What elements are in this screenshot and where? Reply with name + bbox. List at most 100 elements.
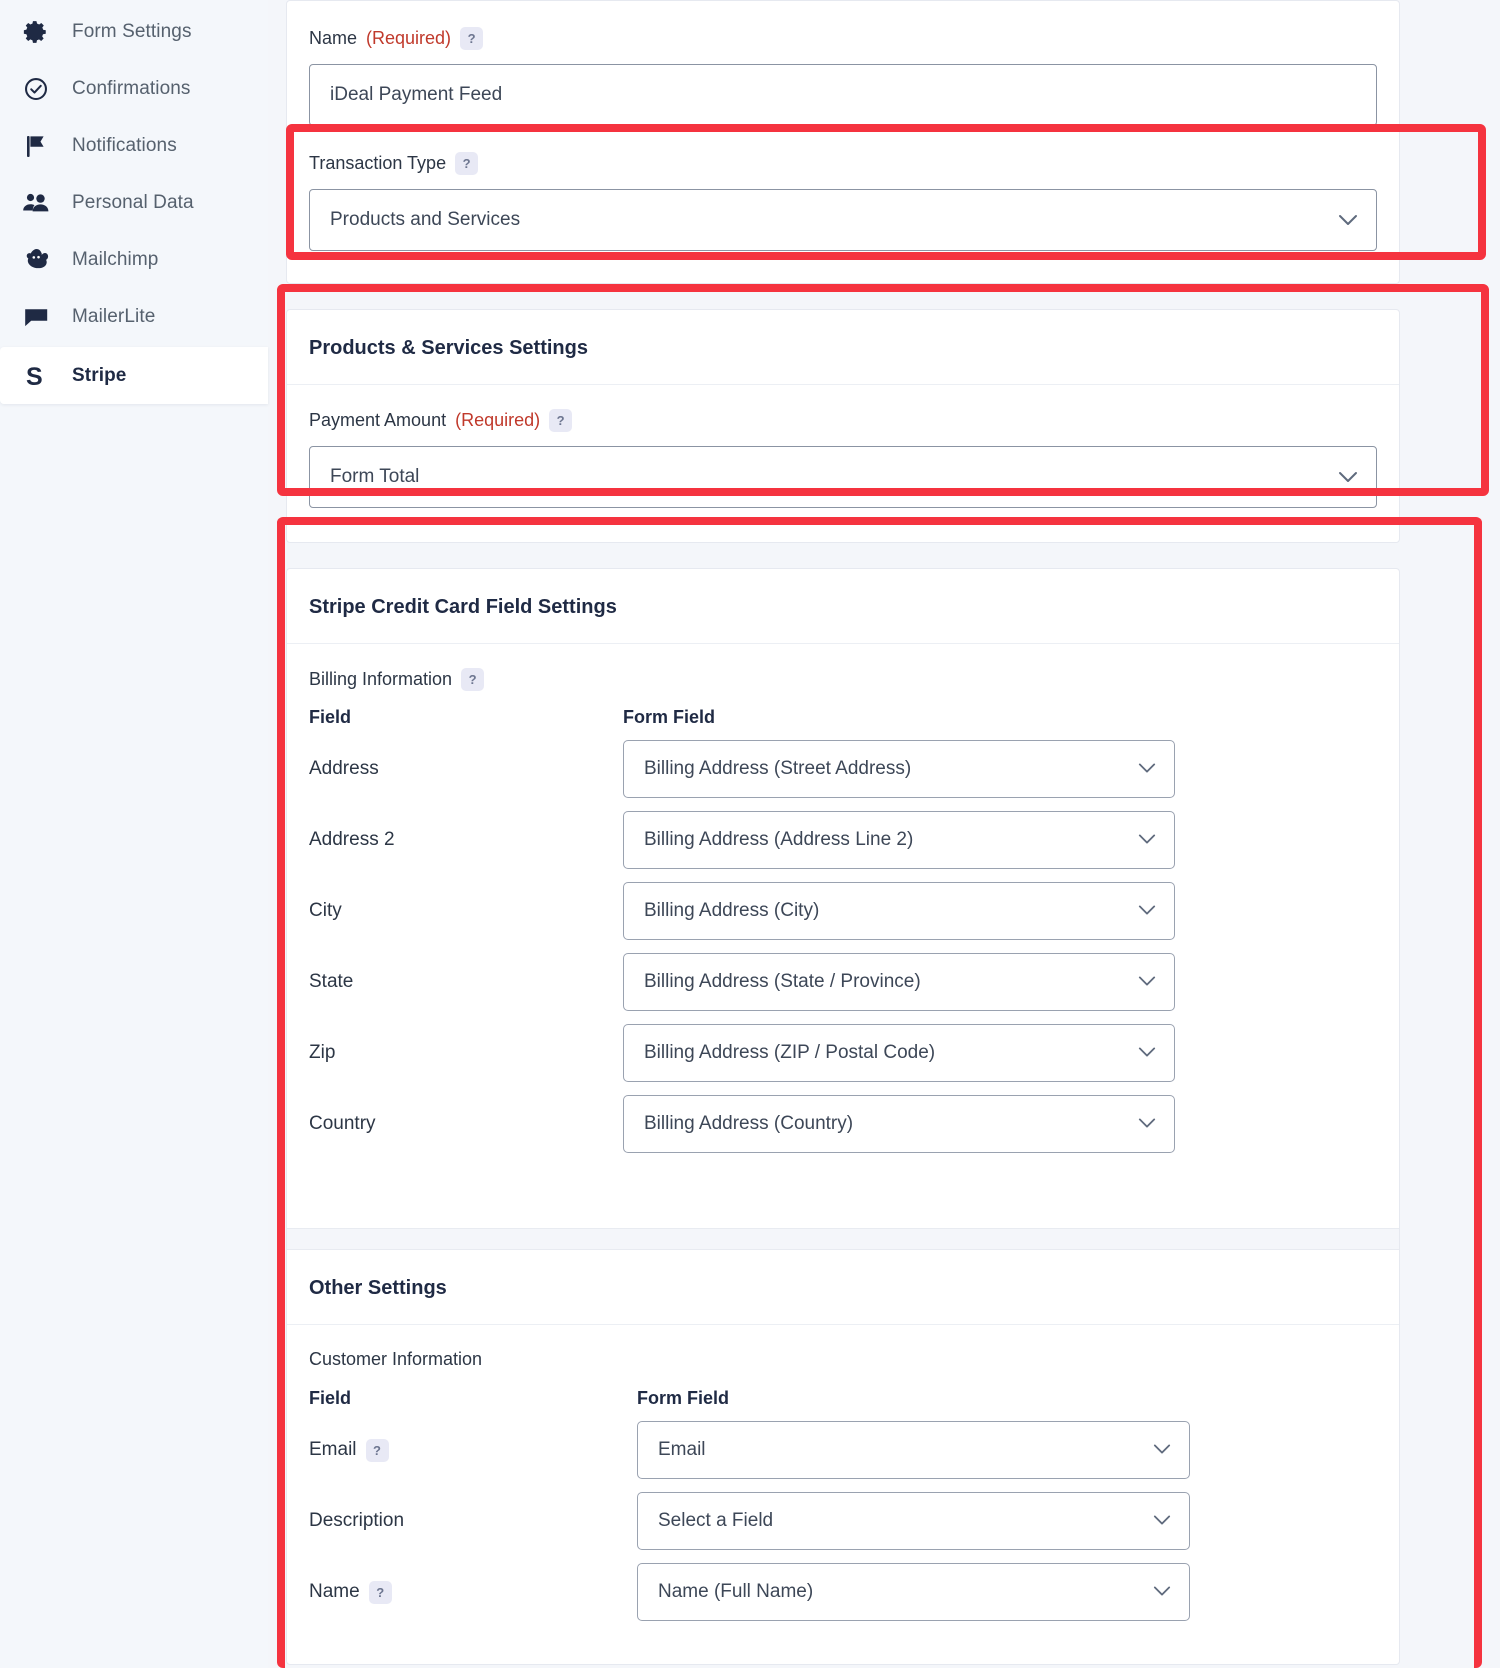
customer-information-body: Customer Information Field Form Field Em… xyxy=(287,1325,1399,1664)
help-icon[interactable]: ? xyxy=(455,152,479,175)
table-row: Zip Billing Address (ZIP / Postal Code) xyxy=(309,1024,1377,1082)
products-services-body: Payment Amount (Required) ? Form Total xyxy=(287,385,1399,542)
table-row: Address 2 Billing Address (Address Line … xyxy=(309,811,1377,869)
sidebar-item-label: MailerLite xyxy=(72,305,156,327)
transaction-type-value: Products and Services xyxy=(330,209,521,230)
other-settings-title: Other Settings xyxy=(287,1250,1399,1325)
billing-row-label: Zip xyxy=(309,1042,336,1063)
customer-row-label: Description xyxy=(309,1510,405,1531)
table-row: Address Billing Address (Street Address) xyxy=(309,740,1377,798)
payment-amount-label: Payment Amount (Required) ? xyxy=(309,409,1377,432)
customer-col-field-header: Field xyxy=(309,1388,352,1408)
stripe-card-settings-card: Stripe Credit Card Field Settings Billin… xyxy=(286,568,1400,1665)
products-services-card: Products & Services Settings Payment Amo… xyxy=(286,309,1400,543)
sidebar-item-label: Confirmations xyxy=(72,77,191,99)
billing-address-value: Billing Address (Street Address) xyxy=(644,758,912,779)
feed-name-label-text: Name xyxy=(309,28,358,48)
sidebar-item-form-settings[interactable]: Form Settings xyxy=(0,3,268,60)
transaction-type-label-text: Transaction Type xyxy=(309,153,447,173)
sidebar-item-label: Form Settings xyxy=(72,20,192,42)
customer-description-value: Select a Field xyxy=(658,1510,774,1531)
customer-row-label-text: Email xyxy=(309,1439,357,1460)
table-row: Country Billing Address (Country) xyxy=(309,1095,1377,1153)
feed-name-input[interactable]: iDeal Payment Feed xyxy=(309,64,1377,126)
help-icon[interactable]: ? xyxy=(461,668,485,691)
customer-row-label-text: Name xyxy=(309,1581,360,1602)
chevron-down-icon xyxy=(1138,1042,1156,1064)
sidebar-item-label: Mailchimp xyxy=(72,248,159,270)
check-circle-icon xyxy=(22,75,50,103)
table-row: State Billing Address (State / Province) xyxy=(309,953,1377,1011)
stripe-s-icon: S xyxy=(22,362,50,390)
customer-name-select[interactable]: Name (Full Name) xyxy=(637,1563,1190,1621)
billing-information-body: Billing Information ? Field Form Field A… xyxy=(287,644,1399,1228)
sidebar-item-confirmations[interactable]: Confirmations xyxy=(0,60,268,117)
products-services-title: Products & Services Settings xyxy=(287,310,1399,385)
help-icon[interactable]: ? xyxy=(368,1580,392,1604)
settings-screen: Form Settings Confirmations Notification… xyxy=(0,0,1500,1668)
help-icon[interactable]: ? xyxy=(549,409,573,432)
flag-icon xyxy=(22,132,50,160)
table-row: Name ? Name (Full Name) xyxy=(309,1563,1377,1621)
help-icon[interactable]: ? xyxy=(365,1438,389,1462)
payment-amount-required-marker: (Required) xyxy=(455,410,541,430)
section-divider xyxy=(287,1228,1399,1250)
customer-information-label: Customer Information xyxy=(309,1349,483,1369)
gear-icon xyxy=(22,18,50,46)
table-row: City Billing Address (City) xyxy=(309,882,1377,940)
svg-text:S: S xyxy=(26,363,43,390)
chevron-down-icon xyxy=(1138,758,1156,780)
customer-row-label: Email ? xyxy=(309,1438,637,1462)
billing-information-label: Billing Information ? xyxy=(309,668,1377,691)
feed-settings-panel: Name (Required) ? iDeal Payment Feed Tra… xyxy=(286,0,1400,1665)
chevron-down-icon xyxy=(1138,829,1156,851)
billing-address-select[interactable]: Billing Address (Street Address) xyxy=(623,740,1175,798)
billing-row-label: Address 2 xyxy=(309,829,395,850)
payment-amount-label-text: Payment Amount xyxy=(309,410,447,430)
chevron-down-icon xyxy=(1153,1439,1171,1461)
help-icon[interactable]: ? xyxy=(460,27,484,50)
billing-zip-select[interactable]: Billing Address (ZIP / Postal Code) xyxy=(623,1024,1175,1082)
billing-col-field-header: Field xyxy=(309,707,352,727)
transaction-type-field-group: Transaction Type ? Products and Services xyxy=(309,152,1377,251)
table-row: Email ? Email xyxy=(309,1421,1377,1479)
billing-information-label-text: Billing Information xyxy=(309,669,453,689)
sidebar-item-mailchimp[interactable]: Mailchimp xyxy=(0,231,268,288)
customer-email-select[interactable]: Email xyxy=(637,1421,1190,1479)
payment-amount-value: Form Total xyxy=(330,466,420,487)
billing-address2-value: Billing Address (Address Line 2) xyxy=(644,829,914,850)
mailchimp-icon xyxy=(22,246,50,274)
billing-address2-select[interactable]: Billing Address (Address Line 2) xyxy=(623,811,1175,869)
sidebar-item-personal-data[interactable]: Personal Data xyxy=(0,174,268,231)
transaction-type-select[interactable]: Products and Services xyxy=(309,189,1377,251)
billing-country-value: Billing Address (Country) xyxy=(644,1113,854,1134)
customer-table-header: Field Form Field xyxy=(309,1388,1377,1409)
chevron-down-icon xyxy=(1138,971,1156,993)
users-icon xyxy=(22,189,50,217)
feed-name-required-marker: (Required) xyxy=(366,28,452,48)
feed-name-field-group: Name (Required) ? iDeal Payment Feed xyxy=(309,27,1377,126)
billing-row-label: Country xyxy=(309,1113,376,1134)
sidebar-item-notifications[interactable]: Notifications xyxy=(0,117,268,174)
feed-basics-card: Name (Required) ? iDeal Payment Feed Tra… xyxy=(286,0,1400,284)
feed-name-value: iDeal Payment Feed xyxy=(330,84,503,105)
feed-name-label: Name (Required) ? xyxy=(309,27,1377,50)
customer-row-label: Name ? xyxy=(309,1580,637,1604)
chevron-down-icon xyxy=(1138,900,1156,922)
billing-state-select[interactable]: Billing Address (State / Province) xyxy=(623,953,1175,1011)
stripe-card-settings-title: Stripe Credit Card Field Settings xyxy=(287,569,1399,644)
sidebar-nav: Form Settings Confirmations Notification… xyxy=(0,0,268,1668)
payment-amount-select[interactable]: Form Total xyxy=(309,446,1377,508)
chevron-down-icon xyxy=(1338,471,1358,484)
sidebar-item-stripe[interactable]: S Stripe xyxy=(0,347,268,404)
chevron-down-icon xyxy=(1153,1510,1171,1532)
customer-description-select[interactable]: Select a Field xyxy=(637,1492,1190,1550)
customer-name-value: Name (Full Name) xyxy=(658,1581,814,1602)
billing-city-value: Billing Address (City) xyxy=(644,900,820,921)
billing-city-select[interactable]: Billing Address (City) xyxy=(623,882,1175,940)
billing-country-select[interactable]: Billing Address (Country) xyxy=(623,1095,1175,1153)
chevron-down-icon xyxy=(1338,214,1358,227)
sidebar-item-mailerlite[interactable]: MailerLite xyxy=(0,288,268,345)
chat-bubble-icon xyxy=(22,303,50,331)
sidebar-item-label: Personal Data xyxy=(72,191,194,213)
